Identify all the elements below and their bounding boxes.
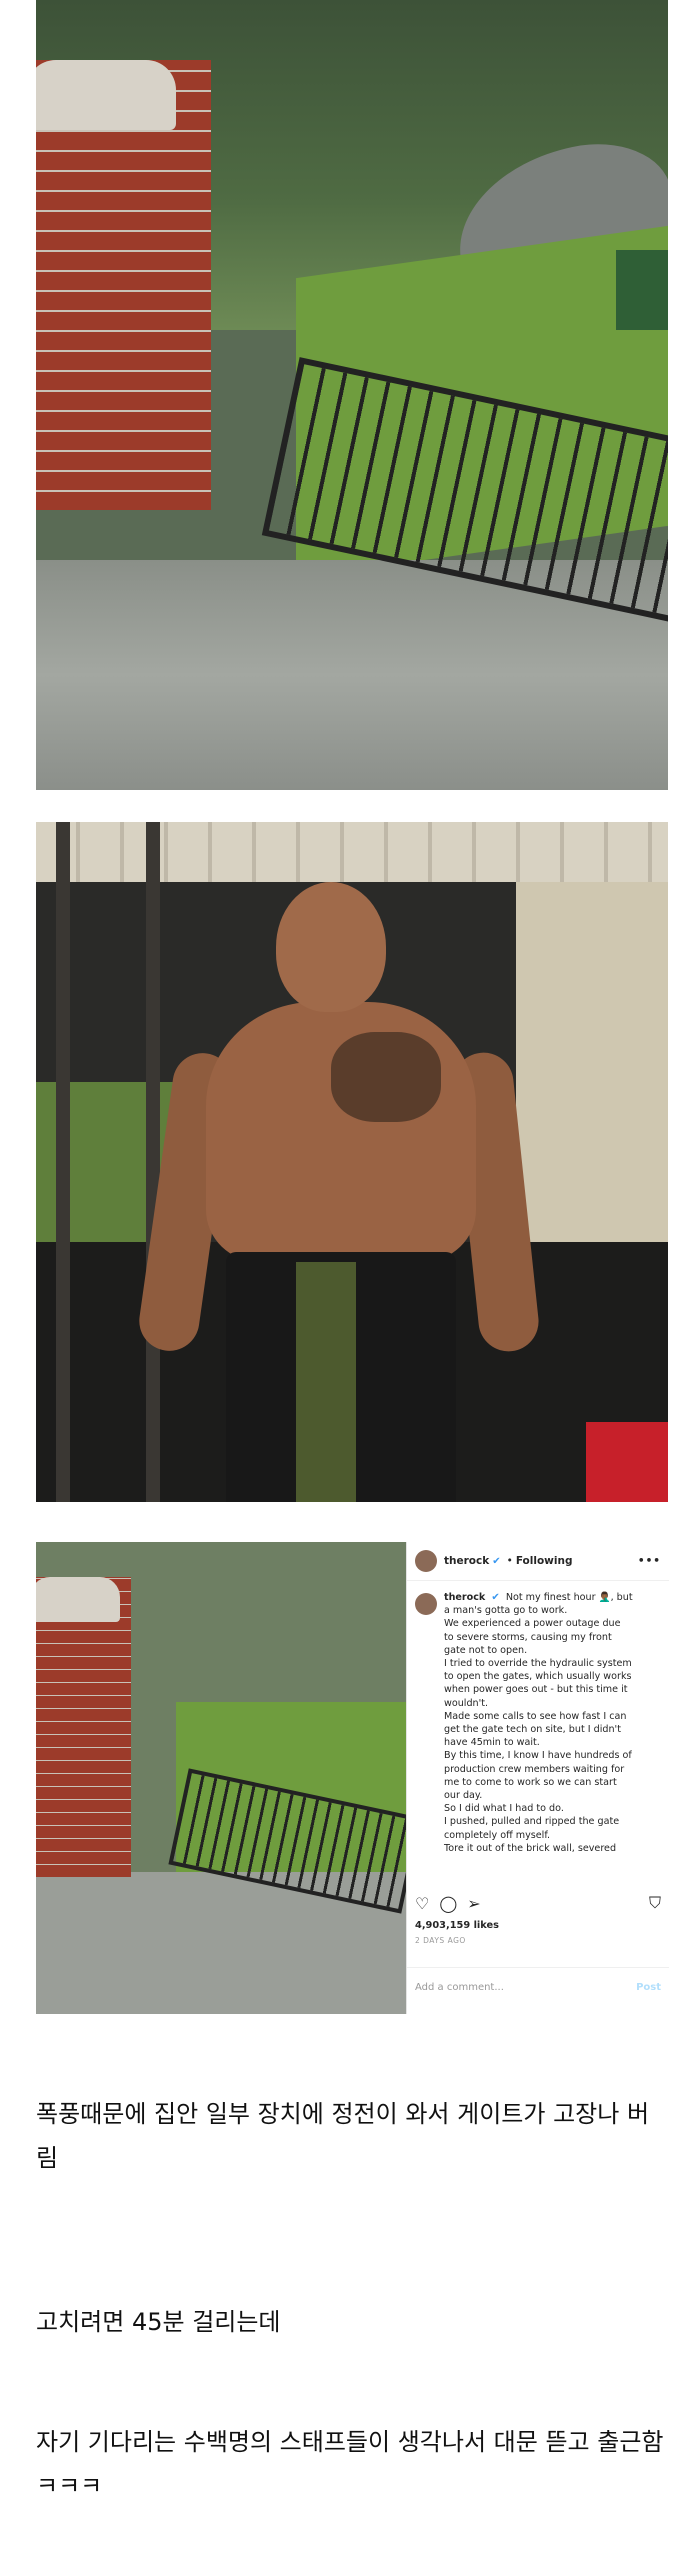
- caption-line: By this time, I know I have hundreds of: [444, 1750, 632, 1762]
- caption-line: to open the gates, which usually works: [444, 1671, 632, 1683]
- heart-icon[interactable]: ♡: [415, 1894, 429, 1913]
- caption-line: I pushed, pulled and ripped the gate: [444, 1816, 620, 1828]
- avatar[interactable]: [415, 1550, 437, 1572]
- separator: •: [506, 1555, 513, 1567]
- post-button[interactable]: Post: [636, 1982, 661, 1993]
- caption-line: have 45min to wait.: [444, 1737, 540, 1749]
- share-icon[interactable]: ➢: [467, 1894, 480, 1913]
- username[interactable]: therock: [444, 1555, 489, 1567]
- action-bar: ♡ ◯ ➢ ⛉: [415, 1892, 661, 1914]
- post-photo: [36, 1542, 406, 2014]
- caption-line: when power goes out - but this time it: [444, 1684, 628, 1696]
- paragraph-1: 폭풍때문에 집안 일부 장치에 정전이 와서 게이트가 고장나 버림: [36, 2100, 650, 2172]
- caption-avatar[interactable]: [415, 1593, 437, 1615]
- following-button[interactable]: Following: [516, 1555, 573, 1567]
- caption-line: completely off myself.: [444, 1829, 551, 1841]
- more-options-icon[interactable]: •••: [638, 1555, 661, 1567]
- brick-pillar: [36, 60, 211, 510]
- caption-line: Made some calls to see how fast I can: [444, 1710, 627, 1722]
- post-sidebar: therock ✔ • Following ••• therock ✔ Not …: [406, 1542, 669, 2014]
- man-figure: [135, 882, 542, 1502]
- caption-verified-icon: ✔: [491, 1592, 500, 1603]
- paragraph-2: 고치려면 45분 걸리는데: [36, 2308, 281, 2336]
- trash-bins: [616, 250, 668, 330]
- caption-line: I tried to override the hydraulic system: [444, 1658, 632, 1670]
- caption-line: So I did what I had to do.: [444, 1803, 564, 1815]
- caption-line: wouldn't.: [444, 1697, 489, 1709]
- red-bench: [586, 1422, 668, 1502]
- comment-bar: Add a comment... Post: [407, 1967, 669, 2007]
- caption-line: our day.: [444, 1790, 483, 1802]
- instagram-post: therock ✔ • Following ••• therock ✔ Not …: [36, 1542, 669, 2014]
- broken-gate-photo: [36, 0, 668, 790]
- caption-line: Not my finest hour 🤦🏾‍♂️, but: [505, 1592, 633, 1603]
- caption-line: Tore it out of the brick wall, severed: [444, 1842, 617, 1854]
- likes-count[interactable]: 4,903,159 likes: [415, 1920, 499, 1931]
- post-header: therock ✔ • Following •••: [407, 1542, 669, 1581]
- comment-input[interactable]: Add a comment...: [415, 1982, 504, 1993]
- caption-line: get the gate tech on site, but I didn't: [444, 1724, 621, 1736]
- comment-icon[interactable]: ◯: [439, 1894, 457, 1913]
- caption: therock ✔ Not my finest hour 🤦🏾‍♂️, but …: [407, 1581, 669, 1891]
- paragraph-3: 자기 기다리는 수백명의 스태프들이 생각나서 대문 뜯고 출근함 ㅋㅋㅋ: [36, 2428, 664, 2500]
- caption-line: gate not to open.: [444, 1644, 528, 1656]
- post-time: 2 DAYS AGO: [415, 1936, 466, 1945]
- caption-line: production crew members waiting for: [444, 1763, 625, 1775]
- caption-line: We experienced a power outage due: [444, 1618, 621, 1630]
- caption-line: a man's gotta go to work.: [444, 1605, 568, 1617]
- caption-username[interactable]: therock: [444, 1592, 485, 1603]
- bookmark-icon[interactable]: ⛉: [649, 1893, 661, 1913]
- caption-line: me to come to work so we can start: [444, 1776, 617, 1788]
- verified-badge-icon: ✔: [492, 1555, 501, 1567]
- gym-photo: [36, 822, 668, 1502]
- caption-line: to severe storms, causing my front: [444, 1631, 612, 1643]
